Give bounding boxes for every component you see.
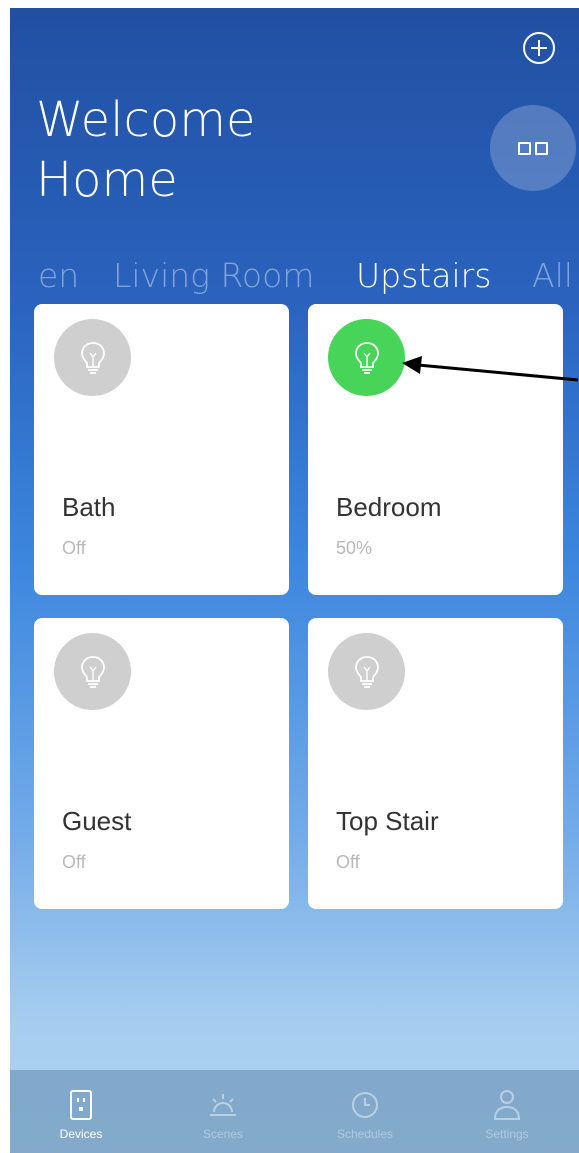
lightbulb-icon [81, 342, 105, 374]
app-screen: Welcome Home en Living Room Upstairs All… [10, 8, 579, 1153]
bulb-toggle[interactable] [54, 319, 131, 396]
device-card-guest[interactable]: Guest Off [34, 618, 289, 909]
outlet-icon [70, 1090, 92, 1120]
nav-settings[interactable]: Settings [436, 1070, 578, 1153]
nav-devices[interactable]: Devices [10, 1070, 152, 1153]
device-card-bedroom[interactable]: Bedroom 50% [308, 304, 563, 595]
annotation-arrow [402, 356, 579, 382]
device-card-bath[interactable]: Bath Off [34, 304, 289, 595]
device-name: Top Stair [336, 806, 439, 836]
lightbulb-icon [355, 342, 379, 374]
lightbulb-icon [81, 656, 105, 688]
page-title: Welcome Home [36, 90, 256, 210]
page-title-line2: Home [36, 152, 178, 208]
device-status: Off [336, 852, 360, 872]
bottom-nav: Devices Scenes Schedules Settings [10, 1070, 579, 1153]
device-name: Bath [62, 492, 116, 522]
add-button[interactable] [521, 30, 557, 66]
device-name: Bedroom [336, 492, 442, 522]
lightbulb-icon [355, 656, 379, 688]
device-status: Off [62, 852, 86, 872]
nav-label: Settings [485, 1127, 529, 1141]
device-status: Off [62, 538, 86, 558]
tab-kitchen-partial[interactable]: en [38, 254, 79, 298]
device-status: 50% [336, 538, 373, 558]
clock-icon [352, 1092, 378, 1118]
grid-view-icon [518, 142, 531, 155]
page-title-line1: Welcome [36, 92, 256, 148]
nav-scenes[interactable]: Scenes [152, 1070, 294, 1153]
room-tabs: en Living Room Upstairs All [10, 254, 579, 298]
bulb-toggle[interactable] [54, 633, 131, 710]
grid-view-icon [535, 142, 548, 155]
sunrise-icon [210, 1094, 236, 1116]
nav-schedules[interactable]: Schedules [294, 1070, 436, 1153]
person-icon [493, 1090, 521, 1120]
device-card-top-stair[interactable]: Top Stair Off [308, 618, 563, 909]
nav-label: Devices [59, 1127, 103, 1141]
bulb-toggle[interactable] [328, 633, 405, 710]
view-toggle-button[interactable] [490, 105, 576, 191]
tab-all[interactable]: All [532, 254, 573, 298]
plus-circle-icon [523, 32, 555, 64]
bulb-toggle[interactable] [328, 319, 405, 396]
nav-label: Scenes [202, 1127, 244, 1141]
tab-living-room[interactable]: Living Room [113, 254, 314, 298]
device-name: Guest [62, 806, 132, 836]
nav-label: Schedules [336, 1127, 394, 1141]
tab-upstairs[interactable]: Upstairs [356, 254, 491, 298]
